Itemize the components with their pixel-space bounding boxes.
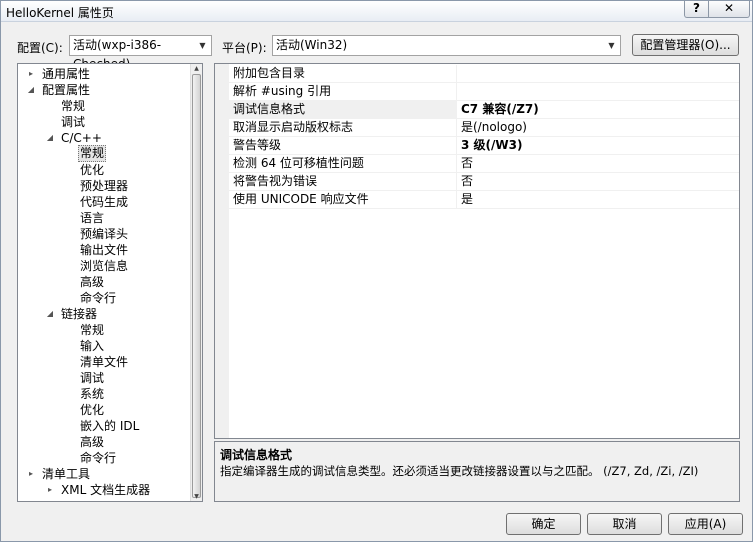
tree-item-label: 高级 <box>80 435 105 449</box>
property-name: 检测 64 位可移植性问题 <box>229 155 457 172</box>
tree-item-label: 链接器 <box>61 307 98 321</box>
tree-item-label: 清单文件 <box>80 355 129 369</box>
chevron-down-icon: ▼ <box>199 41 206 50</box>
tree-item-label: 常规 <box>78 145 107 162</box>
platform-select[interactable]: 活动(Win32) ▼ <box>272 35 621 56</box>
tree-item-label: C/C++ <box>61 131 102 145</box>
tree-item-label: 嵌入的 IDL <box>80 419 140 433</box>
help-button[interactable]: ? <box>684 1 709 18</box>
property-value[interactable]: C7 兼容(/Z7) <box>461 101 539 118</box>
property-name: 解析 #using 引用 <box>229 83 457 100</box>
config-select[interactable]: 活动(wxp-i386-Cheched) ▼ <box>69 35 212 71</box>
property-row[interactable]: 取消显示启动版权标志 是(/nologo) <box>229 119 739 137</box>
property-grid: 附加包含目录 解析 #using 引用 调试信息格式 C7 兼容(/Z7) 取消显示启动… <box>214 63 740 439</box>
apply-button[interactable]: 应用(A) <box>668 513 743 535</box>
description-panel: 调试信息格式 指定编译器生成的调试信息类型。还必须适当更改链接器设置以与之匹配。… <box>214 441 740 502</box>
property-row[interactable]: 警告等级 3 级(/W3) <box>229 137 739 155</box>
tree-item-label: XML 文档生成器 <box>61 483 151 497</box>
tree-item-label: 代码生成 <box>80 195 129 209</box>
title-bar: HelloKernel 属性页 ? ✕ <box>1 1 752 22</box>
property-row[interactable]: 调试信息格式 C7 兼容(/Z7) <box>229 101 739 119</box>
platform-select-value: 活动(Win32) <box>276 38 348 52</box>
scroll-thumb[interactable] <box>192 74 201 498</box>
tree-item-label: 命令行 <box>80 451 117 465</box>
property-name: 警告等级 <box>229 137 457 154</box>
window-title: HelloKernel 属性页 <box>6 6 114 20</box>
tree-item-label: 系统 <box>80 387 105 401</box>
config-label: 配置(C): <box>17 41 63 55</box>
tree-item-label: 优化 <box>80 163 105 177</box>
tree-item-label: 调试 <box>80 371 105 385</box>
expand-arrow-icon[interactable]: ▸ <box>26 66 36 82</box>
property-row[interactable]: 检测 64 位可移植性问题否 <box>229 155 739 173</box>
tree-item-label: 输入 <box>80 339 105 353</box>
tree-item-label: 通用属性 <box>42 67 91 81</box>
property-row[interactable]: 使用 UNICODE 响应文件是 <box>229 191 739 209</box>
property-value[interactable]: 是 <box>461 191 473 208</box>
properties-dialog: HelloKernel 属性页 ? ✕ 配置(C): 活动(wxp-i386-C… <box>0 0 753 542</box>
tree-item-label: 调试 <box>61 115 86 129</box>
property-value[interactable]: 是(/nologo) <box>461 119 527 136</box>
property-name: 取消显示启动版权标志 <box>229 119 457 136</box>
expand-arrow-icon[interactable]: ▸ <box>26 466 36 482</box>
scroll-up-icon[interactable]: ▲ <box>191 64 202 73</box>
property-name: 附加包含目录 <box>229 65 457 82</box>
property-value[interactable]: 否 <box>461 155 473 172</box>
scroll-down-icon[interactable]: ▼ <box>191 492 202 501</box>
description-title: 调试信息格式 <box>220 448 293 462</box>
property-row[interactable]: 将警告视为错误否 <box>229 173 739 191</box>
grid-margin <box>215 64 229 438</box>
property-value[interactable]: 否 <box>461 173 473 190</box>
config-manager-button[interactable]: 配置管理器(O)... <box>632 34 739 56</box>
expand-arrow-icon[interactable]: ◢ <box>26 82 36 98</box>
tree-item-label: 高级 <box>80 275 105 289</box>
tree-item-label: 命令行 <box>80 291 117 305</box>
tree-scrollbar[interactable]: ▲ ▼ <box>190 64 202 501</box>
property-name: 使用 UNICODE 响应文件 <box>229 191 457 208</box>
tree-item-label: 预编译头 <box>80 227 129 241</box>
tree-item-label: 常规 <box>61 99 86 113</box>
tree-item-label: 输出文件 <box>80 243 129 257</box>
property-row[interactable]: 附加包含目录 <box>229 65 739 83</box>
tree-item-label: 浏览信息 <box>80 259 129 273</box>
property-row[interactable]: 解析 #using 引用 <box>229 83 739 101</box>
close-button[interactable]: ✕ <box>709 1 750 18</box>
ok-button[interactable]: 确定 <box>506 513 581 535</box>
expand-arrow-icon[interactable]: ◢ <box>45 306 55 322</box>
platform-label: 平台(P): <box>222 41 267 55</box>
description-text: 指定编译器生成的调试信息类型。还必须适当更改链接器设置以与之匹配。 (/Z7, … <box>220 464 699 478</box>
tree-item-label: 优化 <box>80 403 105 417</box>
property-name: 调试信息格式 <box>229 101 457 118</box>
property-value[interactable]: 3 级(/W3) <box>461 137 522 154</box>
tree-item-label: 常规 <box>80 323 105 337</box>
expand-arrow-icon[interactable]: ◢ <box>45 130 55 146</box>
tree-item-label: 预处理器 <box>80 179 129 193</box>
expand-arrow-icon[interactable]: ▸ <box>45 482 55 498</box>
cancel-button[interactable]: 取消 <box>587 513 662 535</box>
property-tree[interactable]: ▸ 通用属性 ◢ 配置属性 常规 调试 ◢ C/C++ 常规 优化 预处理器 代码生成 语言 预编译头 输出… <box>17 63 203 502</box>
tree-item-label: 语言 <box>80 211 105 225</box>
chevron-down-icon: ▼ <box>608 41 615 50</box>
property-name: 将警告视为错误 <box>229 173 457 190</box>
tree-item-label: 清单工具 <box>42 467 91 481</box>
tree-item-label: 配置属性 <box>42 83 91 97</box>
